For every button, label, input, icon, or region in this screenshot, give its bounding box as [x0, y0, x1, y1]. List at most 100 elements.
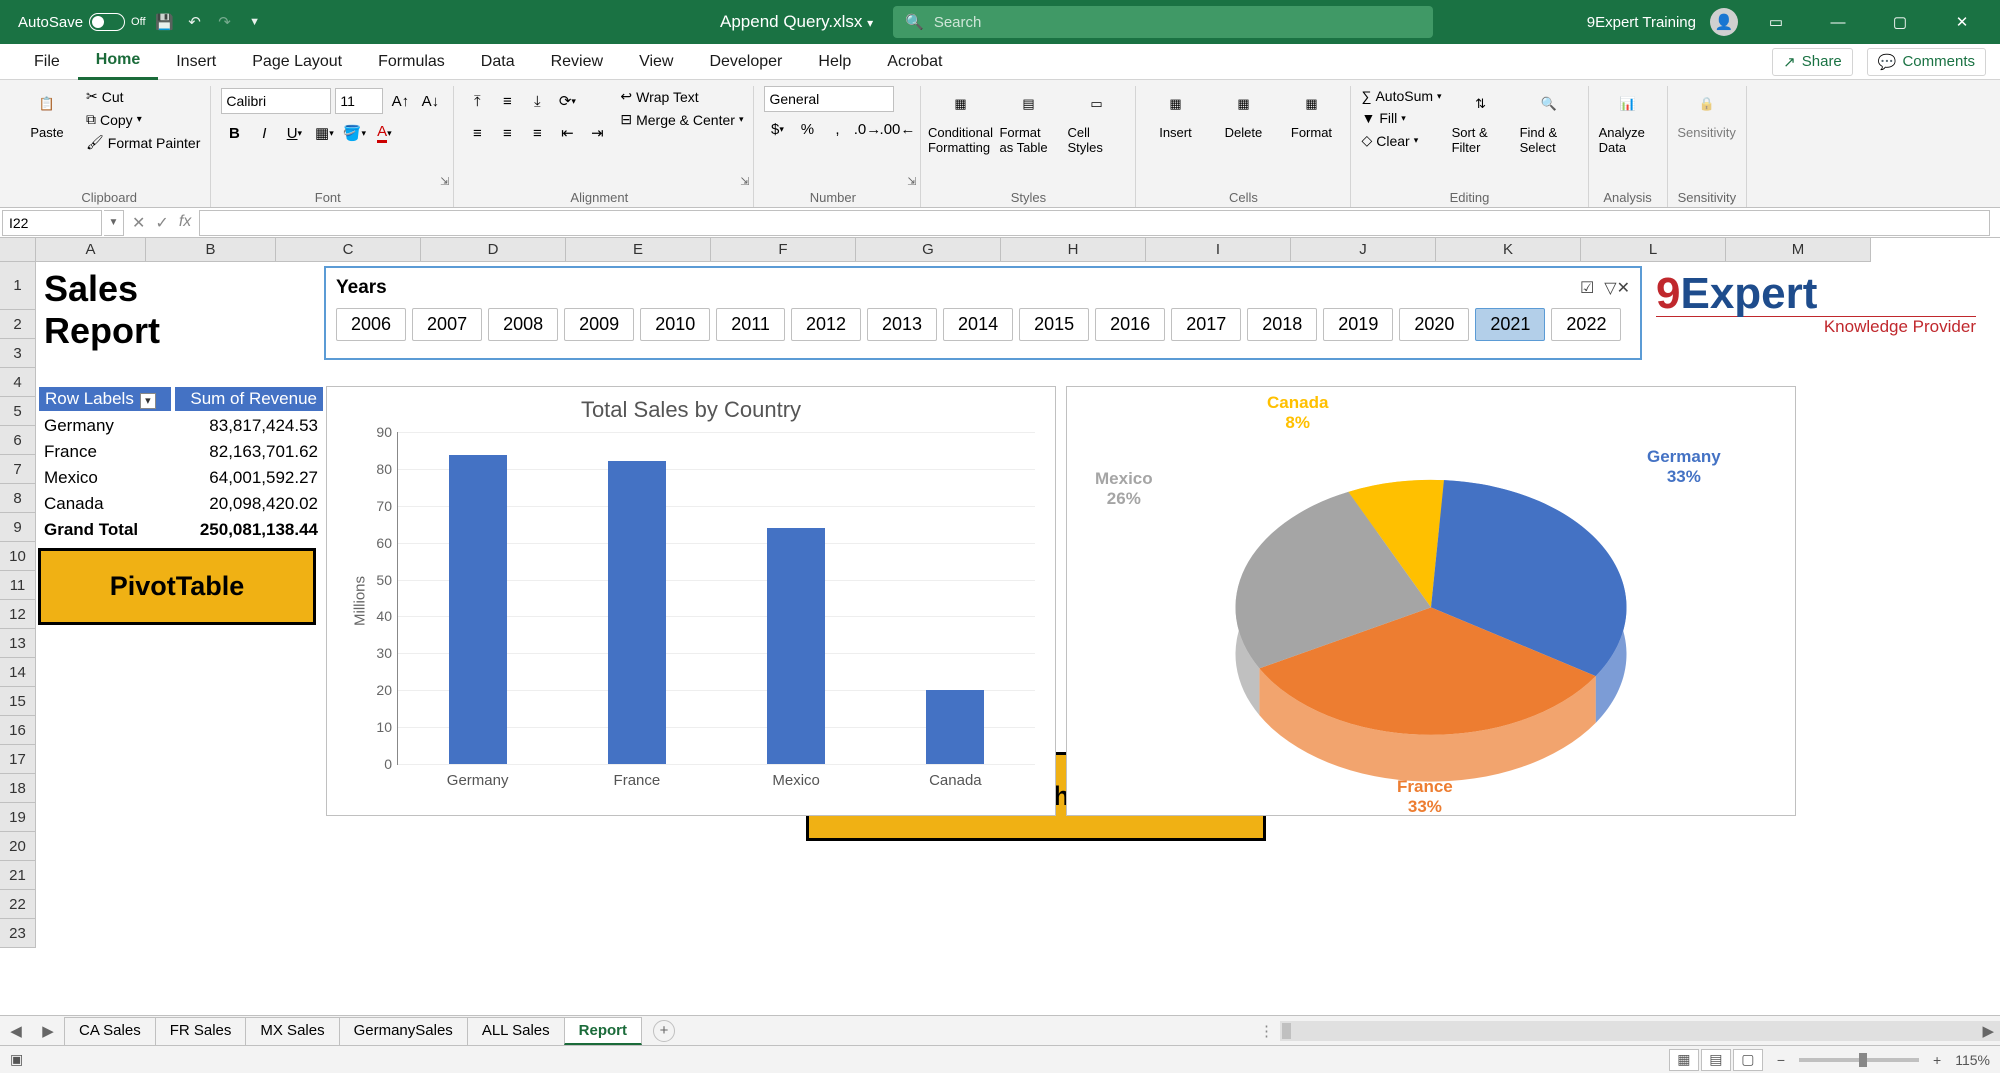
table-row[interactable]: Canada20,098,420.02 — [38, 492, 324, 516]
column-header[interactable]: M — [1726, 238, 1871, 262]
autosum-button[interactable]: ∑ AutoSum ▾ — [1361, 86, 1441, 106]
column-header[interactable]: F — [711, 238, 856, 262]
prev-sheet-icon[interactable]: ◀ — [0, 1022, 32, 1040]
align-middle-icon[interactable]: ≡ — [494, 88, 520, 114]
sheet-tab-mx-sales[interactable]: MX Sales — [245, 1017, 339, 1045]
bar-chart[interactable]: Total Sales by Country Millions 01020304… — [326, 386, 1056, 816]
row-header[interactable]: 13 — [0, 629, 36, 658]
select-all-corner[interactable] — [0, 238, 36, 262]
ribbon-options-icon[interactable]: ▭ — [1752, 0, 1800, 44]
find-select-button[interactable]: 🔍Find & Select — [1520, 86, 1578, 155]
normal-view-icon[interactable]: ▦ — [1669, 1049, 1699, 1071]
tab-file[interactable]: File — [16, 45, 78, 79]
bar-germany[interactable] — [449, 455, 507, 764]
row-header[interactable]: 4 — [0, 368, 36, 397]
slicer-item-2007[interactable]: 2007 — [412, 308, 482, 341]
font-color-button[interactable]: A ▾ — [371, 120, 397, 146]
slicer-item-2014[interactable]: 2014 — [943, 308, 1013, 341]
orientation-icon[interactable]: ⟳ ▾ — [554, 88, 580, 114]
sheet-tab-ca-sales[interactable]: CA Sales — [64, 1017, 156, 1045]
column-header[interactable]: C — [276, 238, 421, 262]
redo-icon[interactable]: ↷ — [214, 11, 236, 33]
user-label[interactable]: 9Expert Training — [1587, 14, 1696, 31]
bar-canada[interactable] — [926, 690, 984, 764]
conditional-formatting-button[interactable]: ▦Conditional Formatting — [931, 86, 989, 155]
column-header[interactable]: I — [1146, 238, 1291, 262]
search-input[interactable]: 🔍 Search — [893, 6, 1433, 38]
decrease-decimal-icon[interactable]: .00← — [884, 116, 910, 142]
qat-dropdown-icon[interactable]: ▼ — [244, 11, 266, 33]
horizontal-scrollbar[interactable]: ▶ — [1280, 1021, 2000, 1041]
tab-formulas[interactable]: Formulas — [360, 45, 463, 79]
row-header[interactable]: 14 — [0, 658, 36, 687]
column-header[interactable]: L — [1581, 238, 1726, 262]
currency-icon[interactable]: $ ▾ — [764, 116, 790, 142]
multi-select-icon[interactable]: ☑ — [1580, 278, 1594, 298]
row-header[interactable]: 2 — [0, 310, 36, 339]
autosave-toggle[interactable]: AutoSave Off — [18, 13, 146, 31]
tab-review[interactable]: Review — [533, 45, 621, 79]
column-header[interactable]: E — [566, 238, 711, 262]
row-header[interactable]: 23 — [0, 919, 36, 948]
tab-acrobat[interactable]: Acrobat — [869, 45, 960, 79]
row-header[interactable]: 3 — [0, 339, 36, 368]
slicer-item-2013[interactable]: 2013 — [867, 308, 937, 341]
tab-home[interactable]: Home — [78, 43, 158, 80]
slicer-item-2011[interactable]: 2011 — [716, 308, 785, 341]
decrease-indent-icon[interactable]: ⇤ — [554, 120, 580, 146]
clear-button[interactable]: ◇ Clear ▾ — [1361, 130, 1441, 151]
align-bottom-icon[interactable]: ⤓ — [524, 88, 550, 114]
font-dialog-icon[interactable]: ⇲ — [440, 175, 449, 188]
row-header[interactable]: 8 — [0, 484, 36, 513]
slicer-item-2016[interactable]: 2016 — [1095, 308, 1165, 341]
row-header[interactable]: 9 — [0, 513, 36, 542]
accept-formula-icon[interactable]: ✓ — [155, 213, 168, 233]
column-header[interactable]: J — [1291, 238, 1436, 262]
save-icon[interactable]: 💾 — [154, 11, 176, 33]
name-box[interactable]: I22 — [2, 210, 102, 236]
comments-button[interactable]: 💬Comments — [1867, 48, 1986, 76]
column-header[interactable]: K — [1436, 238, 1581, 262]
table-row[interactable]: Germany83,817,424.53 — [38, 414, 324, 438]
decrease-font-icon[interactable]: A↓ — [417, 88, 443, 114]
avatar[interactable]: 👤 — [1710, 8, 1738, 36]
slicer-item-2006[interactable]: 2006 — [336, 308, 406, 341]
slicer-item-2018[interactable]: 2018 — [1247, 308, 1317, 341]
zoom-out-button[interactable]: − — [1777, 1052, 1785, 1068]
column-header[interactable]: D — [421, 238, 566, 262]
fill-button[interactable]: ▼ Fill ▾ — [1361, 108, 1441, 128]
pivot-table[interactable]: Row Labels▾ Sum of Revenue Germany83,817… — [36, 384, 326, 544]
row-header[interactable]: 17 — [0, 745, 36, 774]
align-right-icon[interactable]: ≡ — [524, 120, 550, 146]
format-painter-button[interactable]: 🖌 Format Painter — [86, 132, 200, 153]
row-header[interactable]: 5 — [0, 397, 36, 426]
row-header[interactable]: 11 — [0, 571, 36, 600]
tab-data[interactable]: Data — [463, 45, 533, 79]
tab-insert[interactable]: Insert — [158, 45, 234, 79]
row-header[interactable]: 10 — [0, 542, 36, 571]
wrap-text-button[interactable]: ↩ Wrap Text — [620, 86, 743, 107]
table-row[interactable]: France82,163,701.62 — [38, 440, 324, 464]
increase-indent-icon[interactable]: ⇥ — [584, 120, 610, 146]
percent-icon[interactable]: % — [794, 116, 820, 142]
row-header[interactable]: 7 — [0, 455, 36, 484]
slicer-item-2015[interactable]: 2015 — [1019, 308, 1089, 341]
formula-input[interactable] — [199, 210, 1990, 236]
column-header[interactable]: A — [36, 238, 146, 262]
bar-france[interactable] — [608, 461, 666, 764]
cut-button[interactable]: ✂ Cut — [86, 86, 200, 107]
number-dialog-icon[interactable]: ⇲ — [907, 175, 916, 188]
slicer-item-2012[interactable]: 2012 — [791, 308, 861, 341]
cell-styles-button[interactable]: ▭Cell Styles — [1067, 86, 1125, 155]
slicer-item-2019[interactable]: 2019 — [1323, 308, 1393, 341]
insert-cells-button[interactable]: ▦Insert — [1146, 86, 1204, 140]
row-header[interactable]: 1 — [0, 262, 36, 310]
close-icon[interactable]: ✕ — [1938, 0, 1986, 44]
record-macro-icon[interactable]: ▣ — [10, 1051, 23, 1068]
tab-page-layout[interactable]: Page Layout — [234, 45, 360, 79]
copy-button[interactable]: ⧉ Copy ▾ — [86, 109, 200, 130]
filename[interactable]: Append Query.xlsx ▾ — [720, 12, 873, 32]
bold-button[interactable]: B — [221, 120, 247, 146]
add-sheet-button[interactable]: + — [653, 1020, 675, 1042]
row-header[interactable]: 16 — [0, 716, 36, 745]
